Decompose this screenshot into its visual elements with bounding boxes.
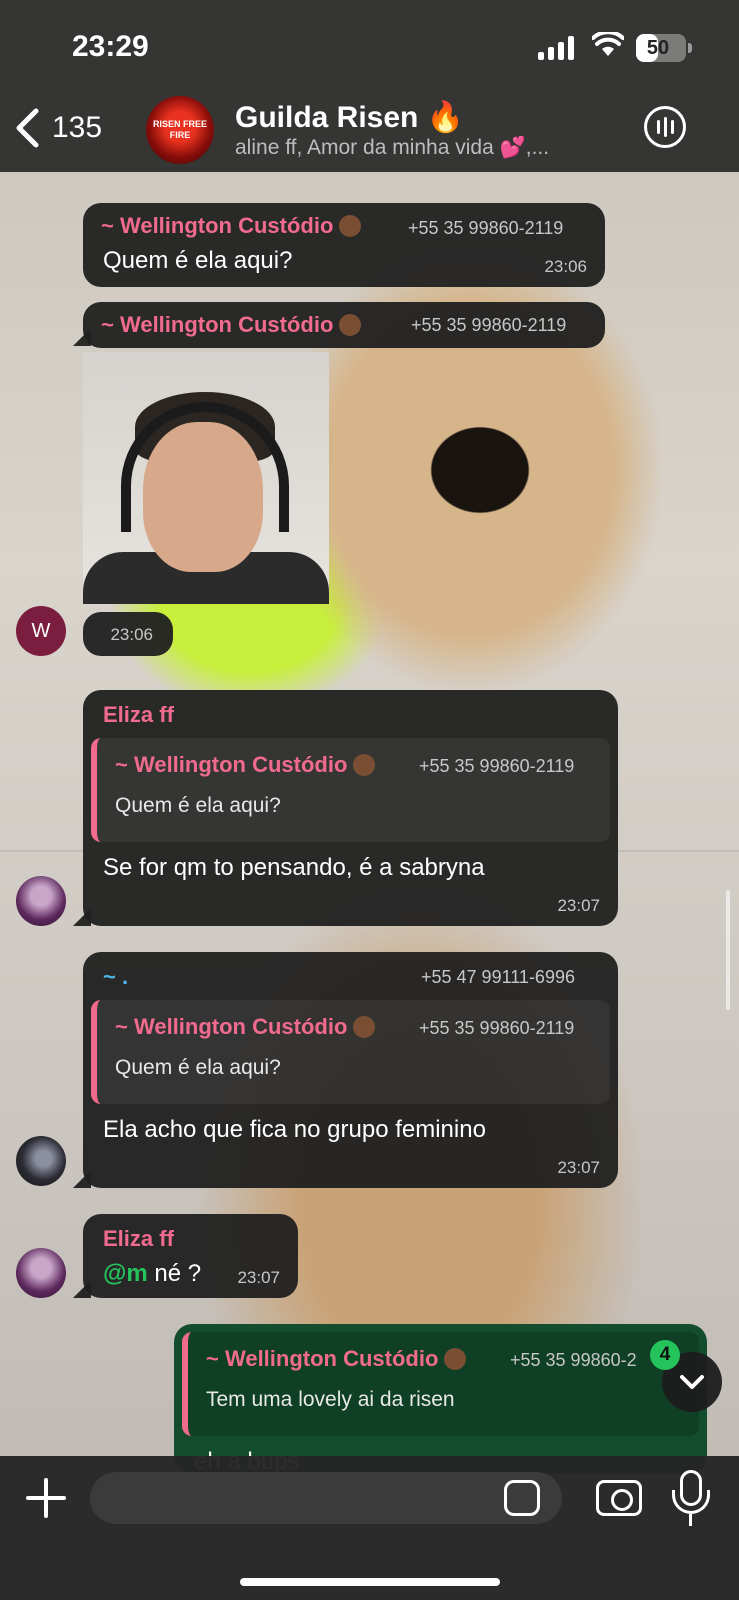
composer-bar [0,1456,739,1600]
quote-text: Quem é ela aqui? [115,794,281,817]
wifi-icon [592,32,624,56]
home-indicator[interactable] [240,1578,500,1586]
sender-avatar[interactable] [16,1136,66,1186]
back-chevron-icon [16,108,39,148]
message-bubble[interactable]: Eliza ff ~ Wellington Custódio +55 35 99… [83,690,618,926]
message-text: Ela acho que fica no grupo feminino [103,1116,486,1143]
reply-quote[interactable]: ~ Wellington Custódio +55 35 99860-2119 … [91,738,610,842]
message-time: 23:07 [557,1158,600,1177]
message-sender: Eliza ff [103,1226,174,1251]
mention[interactable]: @m [103,1260,148,1287]
message-bubble[interactable]: Eliza ff @m né ? 23:07 [83,1214,298,1298]
battery-percent: 50 [646,37,670,59]
message-text: né ? [147,1260,202,1287]
chevron-down-icon [680,1375,704,1389]
message-sender: ~ Wellington Custódio [101,213,334,238]
plus-icon[interactable] [26,1478,66,1518]
message-sender: ~ Wellington Custódio [101,312,334,337]
signal-icon [538,36,574,60]
reply-quote[interactable]: ~ Wellington Custódio +55 35 99860-2119 … [91,1000,610,1104]
emoji-man-icon [339,215,362,237]
emoji-man-icon [353,754,376,776]
group-avatar[interactable]: RISEN FREE FIRE [146,96,214,164]
quote-phone: +55 35 99860-2119 [419,756,575,776]
camera-icon[interactable] [596,1480,642,1516]
reply-quote[interactable]: ~ Wellington Custódio +55 35 99860-2 Tem… [182,1332,699,1436]
message-sender: ~ . [103,964,129,989]
quote-sender: ~ Wellington Custódio [115,752,348,777]
unread-badge: 4 [650,1340,680,1370]
message-text: Se for qm to pensando, é a sabryna [103,854,485,881]
outgoing-message-bubble[interactable]: ~ Wellington Custódio +55 35 99860-2 Tem… [174,1324,707,1474]
group-title[interactable]: Guilda Risen 🔥 [235,100,464,135]
status-time: 23:29 [72,30,149,63]
emoji-man-icon [353,1016,376,1038]
back-button[interactable]: 135 [14,108,102,148]
sender-phone: +55 47 99111-6996 [421,967,575,987]
voice-call-icon [656,120,660,134]
voice-call-button[interactable] [644,106,686,148]
image-time-chip: 23:06 [83,612,173,656]
message-sender: Eliza ff [103,702,174,727]
quote-sender: ~ Wellington Custódio [206,1346,439,1371]
message-time: 23:07 [237,1268,280,1287]
sender-phone: +55 35 99860-2119 [408,218,564,238]
message-bubble[interactable]: ~ Wellington Custódio +55 35 99860-2119 … [83,203,605,287]
quote-sender: ~ Wellington Custódio [115,1014,348,1039]
quote-phone: +55 35 99860-2119 [419,1018,575,1038]
sender-avatar[interactable]: W [16,606,66,656]
message-text: Quem é ela aqui? [103,247,293,274]
emoji-man-icon [444,1348,467,1370]
scroll-indicator[interactable] [726,890,730,1010]
message-input[interactable] [90,1472,562,1524]
message-sender-chip[interactable]: ~ Wellington Custódio +55 35 99860-2119 [83,302,605,348]
message-bubble[interactable]: ~ . +55 47 99111-6996 ~ Wellington Custó… [83,952,618,1188]
sticker-icon[interactable] [504,1480,540,1516]
quote-phone: +55 35 99860-2 [510,1350,637,1370]
avatar-letter: W [31,619,51,642]
group-members-subtitle[interactable]: aline ff, Amor da minha vida 💕,... [235,136,615,160]
group-avatar-text: RISEN FREE FIRE [152,119,207,140]
message-time: 23:06 [110,625,153,644]
quote-text: Tem uma lovely ai da risen [206,1388,455,1411]
sender-avatar[interactable] [16,1248,66,1298]
status-bar: 23:29 50 [0,0,739,90]
unread-count: 135 [52,111,103,144]
emoji-man-icon [339,314,362,336]
quote-text: Quem é ela aqui? [115,1056,281,1079]
message-time: 23:06 [544,257,587,276]
sender-avatar[interactable] [16,876,66,926]
chat-header: 23:29 50 135 RISEN FREE FIRE Guilda Rise… [0,0,739,172]
message-time: 23:07 [557,896,600,915]
sender-phone: +55 35 99860-2119 [411,315,567,335]
battery-icon: 50 [636,34,692,62]
message-image[interactable] [83,352,329,604]
